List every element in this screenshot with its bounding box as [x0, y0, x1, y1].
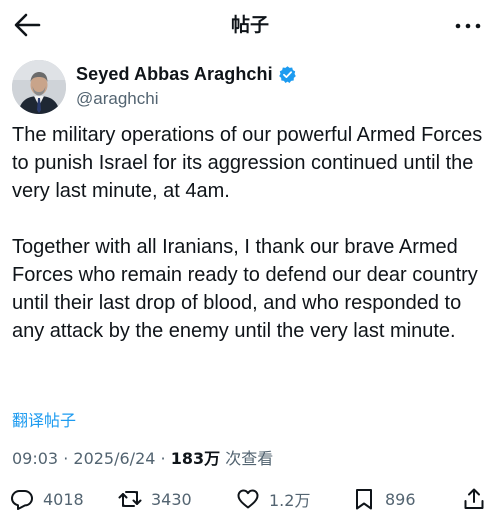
person-portrait-icon — [12, 60, 66, 114]
post-paragraph: Together with all Iranians, I thank our … — [12, 236, 478, 342]
heart-icon — [237, 489, 259, 509]
more-horizontal-icon — [455, 23, 481, 29]
author-handle[interactable]: @araghchi — [76, 89, 158, 109]
bookmark-button[interactable]: 896 — [352, 482, 416, 516]
post-metadata: 09:03 · 2025/6/24 · 183万 次查看 — [12, 445, 273, 469]
author-name[interactable]: Seyed Abbas Araghchi — [76, 64, 273, 85]
author-avatar[interactable] — [12, 60, 66, 114]
reply-count: 4018 — [43, 489, 84, 509]
post-date[interactable]: 2025/6/24 — [73, 449, 155, 468]
post-text: The military operations of our powerful … — [12, 121, 492, 345]
meta-separator: · — [63, 449, 69, 468]
meta-separator: · — [160, 449, 166, 468]
retweet-count: 3430 — [151, 489, 192, 509]
view-count: 183万 — [170, 449, 221, 468]
more-options-button[interactable] — [454, 14, 482, 38]
view-count-label: 次查看 — [225, 449, 274, 468]
retweet-icon — [118, 491, 142, 507]
bookmark-count: 896 — [385, 489, 416, 509]
page-title: 帖子 — [230, 14, 269, 36]
like-button[interactable]: 1.2万 — [236, 482, 310, 516]
reply-button[interactable]: 4018 — [10, 482, 84, 516]
share-icon — [464, 488, 484, 509]
post-time[interactable]: 09:03 — [12, 449, 58, 468]
like-count: 1.2万 — [269, 491, 311, 510]
bookmark-icon — [356, 489, 372, 510]
action-bar: 4018 3430 1.2万 896 — [0, 482, 500, 518]
author-name-row[interactable]: Seyed Abbas Araghchi — [76, 64, 297, 85]
post-paragraph: The military operations of our powerful … — [12, 124, 483, 202]
top-bar: 帖子 — [0, 0, 500, 50]
translate-post-link[interactable]: 翻译帖子 — [12, 407, 76, 431]
share-button[interactable] — [462, 482, 486, 516]
retweet-button[interactable]: 3430 — [118, 482, 192, 516]
reply-icon — [11, 490, 33, 510]
verified-badge-icon — [278, 66, 296, 84]
